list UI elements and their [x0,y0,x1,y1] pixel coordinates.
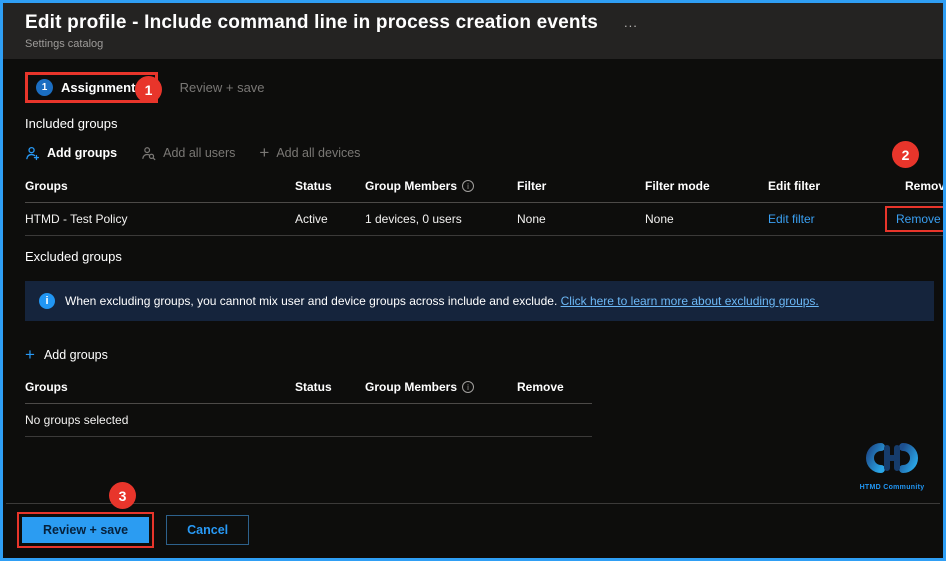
cancel-button[interactable]: Cancel [166,514,250,545]
footer-bar: Review + save Cancel [6,503,940,555]
col-remove: Remove [885,174,943,203]
info-icon [462,180,475,192]
col-status: Status [295,174,365,203]
more-options-icon[interactable]: ... [624,15,638,30]
info-icon [462,381,475,393]
col-groups: Groups [25,174,295,203]
page-subtitle: Settings catalog [25,38,104,50]
col-groups: Groups [25,375,295,404]
col-status: Status [295,375,365,404]
col-edit-filter: Edit filter [768,174,885,203]
col-group-members: Group Members [365,375,517,404]
plus-icon: + [259,143,270,162]
htmd-logo-icon [866,443,918,473]
add-all-users-button[interactable]: Add all users [141,146,235,161]
col-group-members: Group Members [365,174,517,203]
step-number-icon: 1 [36,78,53,96]
add-all-users-label: Add all users [163,146,236,160]
person-search-icon [141,146,156,161]
add-all-devices-label: Add all devices [276,146,361,160]
included-groups-actions: Add groups Add all users + Add all devic… [25,142,934,164]
annotation-badge-3: 3 [109,482,136,509]
cell-filter-mode: None [645,203,768,236]
empty-state-text: No groups selected [25,404,592,437]
included-groups-table: Groups Status Group Members Filter Filte… [25,174,943,236]
htmd-community-logo: HTMD Community [853,440,931,491]
excluded-add-groups-label: Add groups [43,348,108,362]
annotation-badge-2: 2 [892,141,919,168]
tab-review-save[interactable]: Review + save [180,80,265,95]
plus-icon: + [25,345,35,364]
exclusion-info-banner: When excluding groups, you cannot mix us… [25,281,934,321]
titlebar: Edit profile - Include command line in p… [3,3,943,59]
add-all-devices-button[interactable]: + Add all devices [259,143,361,162]
tab-assignments-label: Assignments [61,79,143,95]
cell-status: Active [295,203,365,236]
excluded-add-groups-button[interactable]: + Add groups [25,345,934,365]
cell-filter: None [517,203,645,236]
col-filter: Filter [517,174,645,203]
banner-learn-more-link[interactable]: Click here to learn more about excluding… [561,294,819,308]
edit-filter-link[interactable]: Edit filter [768,212,815,226]
annotation-badge-1: 1 [135,76,162,103]
included-groups-heading: Included groups [25,116,118,131]
person-add-icon [25,146,40,161]
col-filter-mode: Filter mode [645,174,768,203]
page-title: Edit profile - Include command line in p… [25,12,599,33]
remove-link[interactable]: Remove [896,212,941,226]
cell-group-name: HTMD - Test Policy [25,203,295,236]
htmd-logo-text: HTMD Community [859,484,925,491]
add-groups-label: Add groups [47,146,118,160]
remove-annotation-box: Remove [885,206,943,232]
review-save-button[interactable]: Review + save [22,516,150,543]
info-icon [39,293,55,309]
edit-profile-pane: Edit profile - Include command line in p… [0,0,946,561]
add-groups-button[interactable]: Add groups [25,146,117,161]
banner-text: When excluding groups, you cannot mix us… [65,294,561,308]
review-save-annotation-box: Review + save [17,511,155,548]
col-remove: Remove [517,375,592,404]
excluded-groups-heading: Excluded groups [25,249,122,264]
excluded-groups-table: Groups Status Group Members Remove No gr… [25,375,592,437]
cell-group-members: 1 devices, 0 users [365,203,517,236]
